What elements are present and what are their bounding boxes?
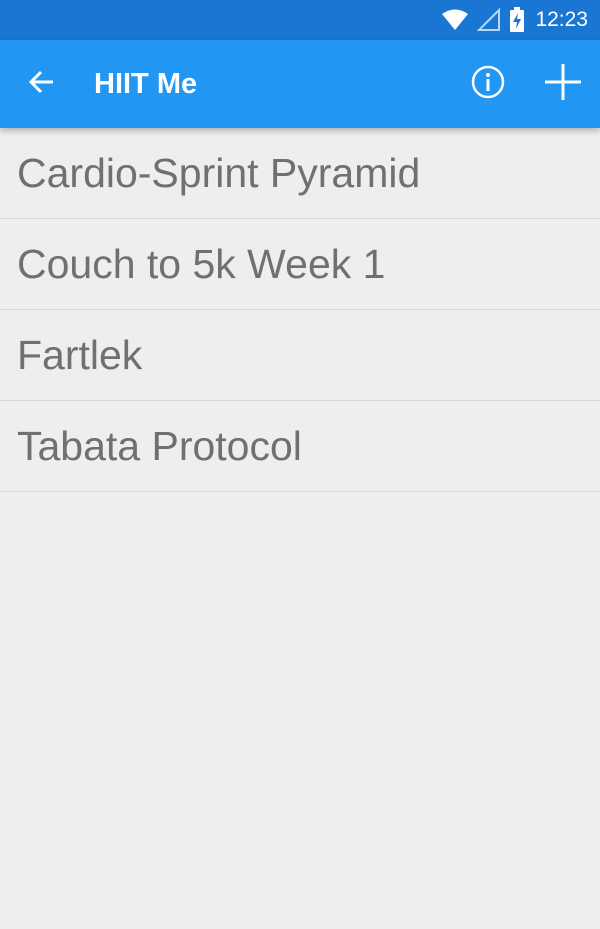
app-bar: HIIT Me — [0, 40, 600, 128]
battery-charging-icon — [509, 7, 525, 33]
app-title: HIIT Me — [94, 68, 198, 100]
status-time: 12:23 — [535, 8, 588, 31]
list-item-label: Tabata Protocol — [17, 422, 302, 469]
list-item[interactable]: Cardio-Sprint Pyramid — [0, 128, 600, 219]
list-item[interactable]: Tabata Protocol — [0, 401, 600, 492]
list-item-label: Fartlek — [17, 331, 143, 378]
wifi-icon — [441, 8, 469, 32]
back-button[interactable] — [18, 60, 66, 108]
status-bar: 12:23 — [0, 0, 600, 40]
signal-icon — [477, 8, 501, 32]
list-item[interactable]: Couch to 5k Week 1 — [0, 219, 600, 310]
info-button[interactable] — [464, 60, 512, 108]
add-button[interactable] — [539, 60, 587, 108]
info-icon — [471, 65, 505, 104]
list-item[interactable]: Fartlek — [0, 310, 600, 401]
list-item-label: Couch to 5k Week 1 — [17, 240, 386, 287]
status-icons: 12:23 — [441, 0, 588, 40]
workout-list: Cardio-Sprint Pyramid Couch to 5k Week 1… — [0, 128, 600, 492]
add-icon — [544, 63, 582, 106]
screen: 12:23 HIIT Me Cardio-Sprint Pyramid Couc… — [0, 0, 600, 929]
arrow-back-icon — [28, 69, 55, 100]
list-item-label: Cardio-Sprint Pyramid — [17, 149, 421, 196]
